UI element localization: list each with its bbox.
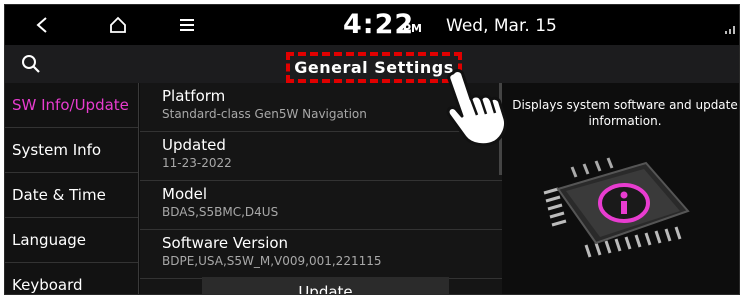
sidebar-item-date-time[interactable]: Date & Time — [5, 173, 138, 218]
list-item-value: 11-23-2022 — [162, 156, 232, 170]
menu-icon[interactable] — [170, 5, 204, 45]
list-item-software-version: Software Version BDPE,USA,S5W_M,V009,001… — [140, 230, 502, 279]
hand-pointer-icon — [446, 69, 507, 147]
search-button[interactable] — [5, 45, 57, 83]
list-item-value: BDPE,USA,S5W_M,V009,001,221115 — [162, 254, 382, 268]
status-bar: 4:22 PM Wed, Mar. 15 — [5, 5, 739, 45]
sidebar-item-system-info[interactable]: System Info — [5, 128, 138, 173]
search-icon — [22, 55, 40, 73]
clock-ampm: PM — [403, 22, 423, 35]
list-item-title: Model — [162, 185, 208, 203]
date-label: Wed, Mar. 15 — [446, 16, 557, 36]
list-item-value: BDAS,S5BMC,D4US — [162, 205, 279, 219]
description-panel: Displays system software and update info… — [502, 83, 739, 294]
update-button[interactable]: Update — [202, 277, 449, 294]
list-item-title: Software Version — [162, 234, 289, 252]
header-bar: General Settings — [5, 45, 739, 83]
sidebar: SW Info/Update System Info Date & Time L… — [5, 83, 139, 294]
description-text: Displays system software and update info… — [512, 98, 738, 128]
sidebar-item-keyboard[interactable]: Keyboard — [5, 263, 138, 294]
home-icon[interactable] — [101, 5, 135, 45]
back-icon[interactable] — [27, 5, 57, 45]
sidebar-item-sw-info-update[interactable]: SW Info/Update — [5, 83, 138, 128]
signal-icon — [725, 19, 737, 38]
screen: 4:22 PM Wed, Mar. 15 General Settings SW… — [4, 4, 740, 295]
info-chip-icon — [543, 157, 690, 258]
list-item-model: Model BDAS,S5BMC,D4US — [140, 181, 502, 230]
sidebar-item-language[interactable]: Language — [5, 218, 138, 263]
